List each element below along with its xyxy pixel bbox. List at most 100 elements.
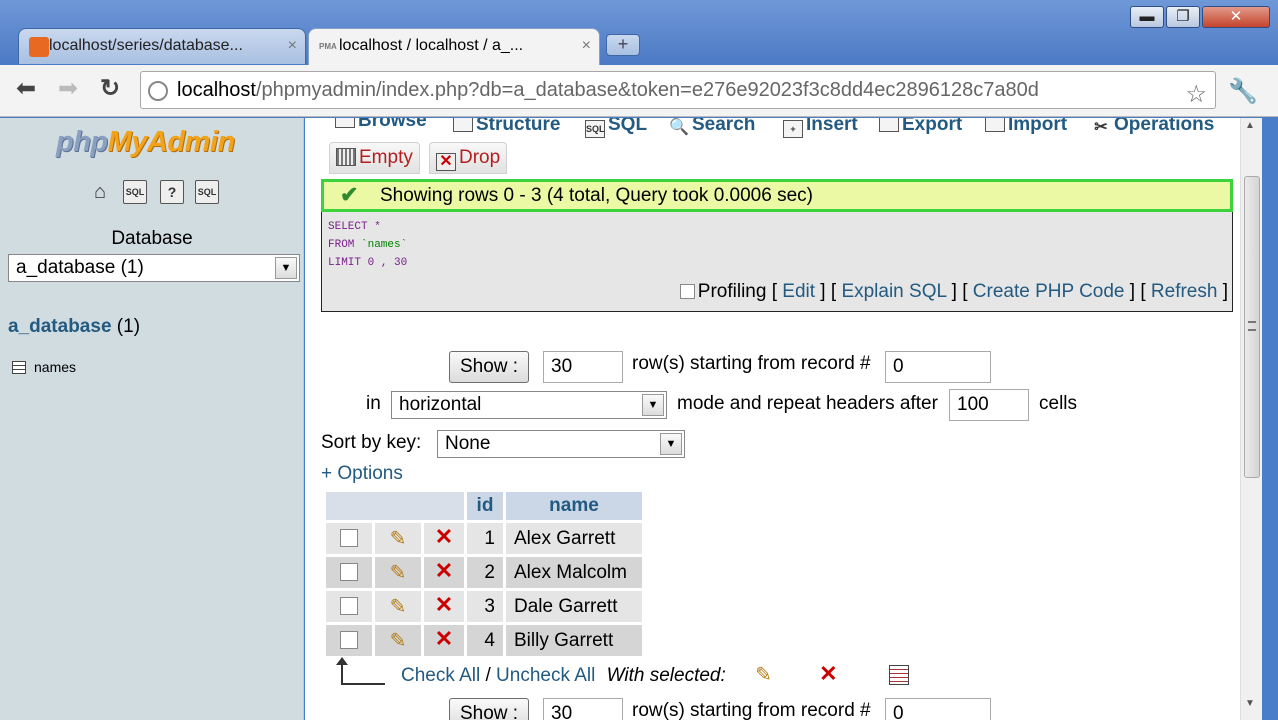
bulk-edit-icon[interactable]: ✎ <box>755 662 772 687</box>
show-button-bottom[interactable]: Show : <box>449 698 529 720</box>
in-label: in <box>366 393 381 414</box>
options-link[interactable]: + Options <box>321 463 403 485</box>
url-host: localhost <box>177 79 256 101</box>
show-button[interactable]: Show : <box>449 351 529 383</box>
tab-close-icon[interactable]: × <box>582 29 591 63</box>
browser-tab-phpmyadmin[interactable]: PMA localhost / localhost / a_... × <box>308 28 600 66</box>
repeat-headers-input[interactable]: 100 <box>949 389 1029 421</box>
empty-icon <box>336 148 356 166</box>
success-message: ✔ Showing rows 0 - 3 (4 total, Query too… <box>321 179 1233 212</box>
drop-button[interactable]: ✕ Drop <box>429 142 508 174</box>
row-checkbox[interactable] <box>340 596 358 615</box>
delete-icon[interactable]: ✕ <box>435 560 453 582</box>
delete-icon[interactable]: ✕ <box>435 594 453 616</box>
check-all-link[interactable]: Check All <box>401 665 480 686</box>
sql-icon[interactable]: SQL <box>123 180 147 204</box>
maximize-icon: ❐ <box>1176 8 1190 25</box>
uncheck-all-link[interactable]: Uncheck All <box>496 665 595 686</box>
sidebar-item-names[interactable]: names <box>12 359 76 375</box>
edit-pencil-icon[interactable]: ✎ <box>390 628 407 653</box>
tab-import[interactable]: Import <box>985 118 1067 136</box>
profiling-checkbox[interactable] <box>679 284 695 299</box>
close-window-button[interactable]: ✕ <box>1202 6 1270 28</box>
new-tab-button[interactable]: + <box>606 34 640 56</box>
row-checkbox[interactable] <box>340 630 358 649</box>
database-select[interactable]: a_database (1) ▼ <box>8 254 300 282</box>
url-path: /phpmyadmin/index.php?db=a_database&toke… <box>255 79 1039 101</box>
phpmyadmin-logo[interactable]: phpMyAdmin <box>56 126 235 159</box>
query-icon[interactable]: SQL <box>195 180 219 204</box>
address-bar[interactable]: localhost/phpmyadmin/index.php?db=a_data… <box>140 71 1216 109</box>
edit-link[interactable]: Edit <box>782 281 815 302</box>
tab-operations[interactable]: ✂ Operations <box>1091 118 1214 138</box>
display-mode-select[interactable]: horizontal ▼ <box>391 391 667 419</box>
bookmark-star-icon[interactable]: ☆ <box>1185 77 1207 108</box>
empty-button[interactable]: Empty <box>329 142 420 174</box>
database-label: Database <box>111 228 193 249</box>
explain-sql-link[interactable]: Explain SQL <box>841 281 946 302</box>
forward-button[interactable]: ➡ <box>58 77 78 101</box>
cell-id: 4 <box>467 625 503 656</box>
wrench-menu-icon[interactable]: 🔧 <box>1228 77 1258 106</box>
database-link[interactable]: a_database (1) <box>8 316 140 338</box>
edit-pencil-icon[interactable]: ✎ <box>390 594 407 619</box>
minimize-button[interactable]: ▬ <box>1130 6 1164 28</box>
table-header-row: id name <box>326 492 642 520</box>
vertical-scrollbar[interactable]: ▲ ▼ <box>1240 118 1262 720</box>
refresh-link[interactable]: Refresh <box>1151 281 1218 302</box>
tab-close-icon[interactable]: × <box>288 29 297 63</box>
start-record-input-bottom[interactable]: 0 <box>885 698 991 720</box>
search-icon: 🔍 <box>669 119 689 136</box>
delete-icon[interactable]: ✕ <box>435 526 453 548</box>
drop-icon: ✕ <box>436 153 456 171</box>
delete-icon[interactable]: ✕ <box>435 628 453 650</box>
create-php-code-link[interactable]: Create PHP Code <box>973 281 1125 302</box>
success-text: Showing rows 0 - 3 (4 total, Query took … <box>380 185 813 206</box>
export-icon <box>879 118 899 132</box>
structure-icon <box>453 118 473 132</box>
tab-browse[interactable]: Browse <box>335 118 427 132</box>
tab-export[interactable]: Export <box>879 118 962 136</box>
sort-key-select[interactable]: None ▼ <box>437 430 685 458</box>
import-icon <box>985 118 1005 132</box>
sql-query-box: SELECT * FROM `names` LIMIT 0 , 30 Profi… <box>321 212 1233 312</box>
back-button[interactable]: ⬅ <box>16 77 36 101</box>
edit-pencil-icon[interactable]: ✎ <box>390 560 407 585</box>
cell-name: Billy Garrett <box>506 625 642 656</box>
scroll-down-icon[interactable]: ▼ <box>1245 698 1255 709</box>
close-icon: ✕ <box>1229 8 1243 25</box>
row-checkbox[interactable] <box>340 528 358 547</box>
column-header-name[interactable]: name <box>506 492 642 520</box>
tab-insert[interactable]: + Insert <box>783 118 858 138</box>
sql-tab-icon: SQL <box>585 120 605 138</box>
globe-icon <box>148 81 168 101</box>
home-icon[interactable]: ⌂ <box>88 180 112 204</box>
bulk-actions: Check All / Uncheck All With selected: ✎… <box>321 657 909 687</box>
bulk-export-icon[interactable] <box>888 665 909 685</box>
tab-label: localhost/series/database... <box>49 37 243 54</box>
xampp-favicon-icon <box>29 37 49 57</box>
arrow-up-icon <box>336 657 385 685</box>
tab-sql[interactable]: SQL SQL <box>585 118 647 138</box>
rows-count-input[interactable]: 30 <box>543 351 623 383</box>
tab-label: localhost / localhost / a_... <box>339 37 524 54</box>
scrollbar-thumb[interactable] <box>1244 176 1260 478</box>
maximize-button[interactable]: ❐ <box>1166 6 1200 28</box>
tab-search[interactable]: 🔍 Search <box>669 118 755 138</box>
cell-id: 2 <box>467 557 503 588</box>
edit-pencil-icon[interactable]: ✎ <box>390 526 407 551</box>
reload-button[interactable]: ↻ <box>100 77 120 101</box>
cells-label: cells <box>1039 393 1078 414</box>
scroll-up-icon[interactable]: ▲ <box>1245 120 1255 131</box>
mode-label: mode and repeat headers after <box>677 393 938 414</box>
column-header-id[interactable]: id <box>467 492 503 520</box>
bulk-delete-icon[interactable]: ✕ <box>819 663 837 685</box>
row-checkbox[interactable] <box>340 562 358 581</box>
browser-tab-series[interactable]: localhost/series/database... × <box>18 28 306 64</box>
help-icon[interactable]: ? <box>160 180 184 204</box>
tab-structure[interactable]: Structure <box>453 118 560 136</box>
insert-icon: + <box>783 120 803 138</box>
rows-count-input-bottom[interactable]: 30 <box>543 698 623 720</box>
start-record-input[interactable]: 0 <box>885 351 991 383</box>
query-actions: Profiling [ Edit ] [ Explain SQL ] [ Cre… <box>679 281 1228 303</box>
